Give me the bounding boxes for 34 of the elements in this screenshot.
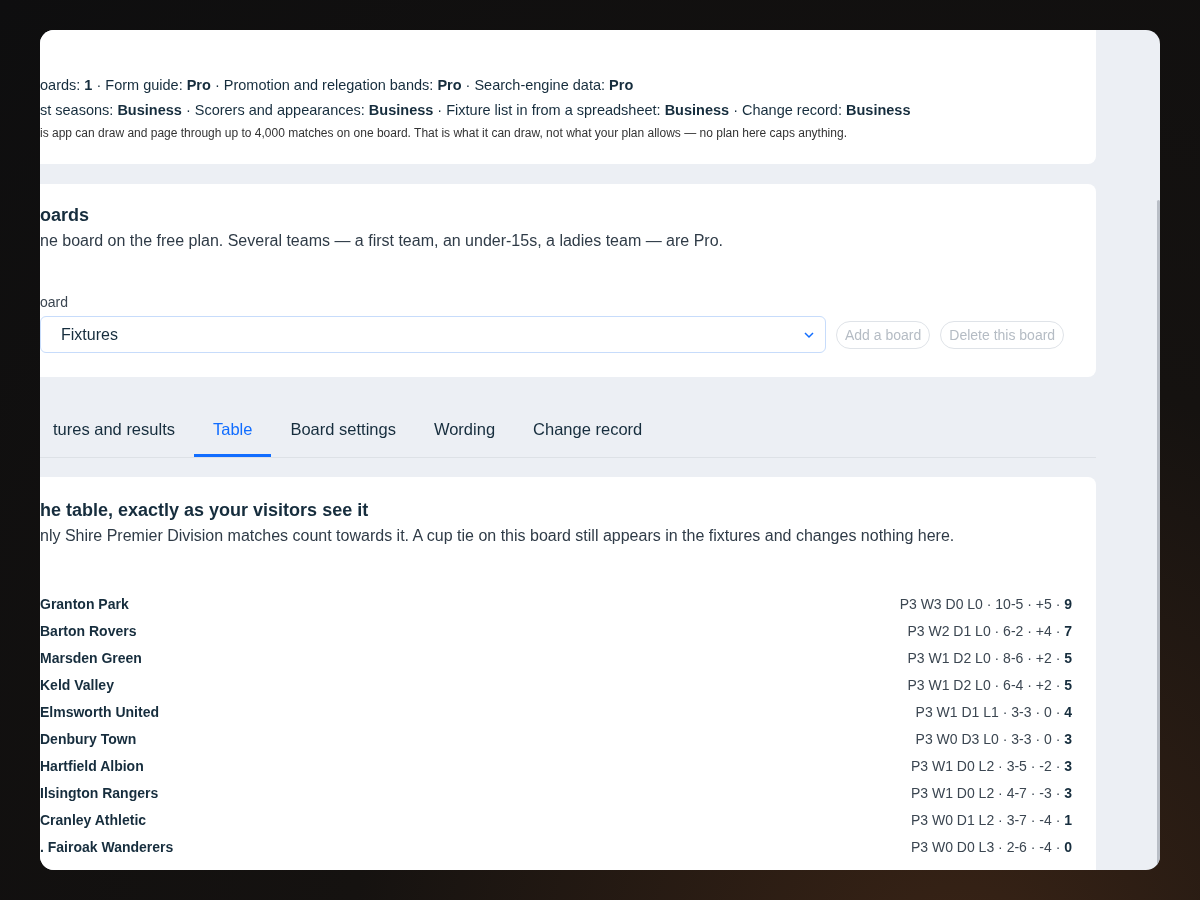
team-name: Denbury Town bbox=[40, 730, 137, 747]
section-description: ne board on the free plan. Several teams — a first team, an under-15s, a ladies team — are Pro. bbox=[40, 232, 725, 250]
team-record: P3 W1 D2 L0 · 8-6 · +2 · 5 bbox=[907, 649, 1072, 666]
team-name: . Fairoak Wanderers bbox=[40, 838, 174, 855]
team-name: Keld Valley bbox=[40, 676, 114, 693]
feature-line: oards: 1 · Form guide: Pro · Promotion and relegation bands: Pro · Search-engine data: Pro bbox=[40, 76, 635, 95]
team-name: Marsden Green bbox=[40, 649, 142, 666]
team-name: Ilsington Rangers bbox=[40, 784, 159, 801]
team-record: P3 W0 D3 L0 · 3-3 · 0 · 3 bbox=[915, 730, 1072, 747]
tab[interactable]: Wording bbox=[414, 409, 515, 457]
team-name: Elmsworth United bbox=[40, 703, 159, 720]
team-name: Barton Rovers bbox=[40, 622, 137, 639]
team-record: P3 W1 D0 L2 · 3-5 · -2 · 3 bbox=[910, 757, 1072, 774]
section-description: nly Shire Premier Division matches count towards it. A cup tie on this board still appears in the fixtures and changes nothing here. bbox=[40, 527, 956, 545]
section-title: oards bbox=[40, 204, 91, 226]
board-select[interactable]: Fixtures bbox=[40, 316, 826, 353]
team-name: Cranley Athletic bbox=[40, 811, 147, 828]
team-record: P3 W2 D1 L0 · 6-2 · +4 · 7 bbox=[907, 622, 1072, 639]
team-record: P3 W1 D2 L0 · 6-4 · +2 · 5 bbox=[907, 676, 1072, 693]
team-record: P3 W3 D0 L0 · 10-5 · +5 · 9 bbox=[899, 595, 1072, 612]
field-label: oard bbox=[40, 294, 70, 310]
tab[interactable]: tures and results bbox=[40, 409, 194, 457]
team-record: P3 W1 D0 L2 · 4-7 · -3 · 3 bbox=[910, 784, 1072, 801]
section-title: he table, exactly as your visitors see it bbox=[40, 499, 370, 521]
team-record: P3 W0 D1 L2 · 3-7 · -4 · 1 bbox=[910, 811, 1072, 828]
feature-line: st seasons: Business · Scorers and appearances: Business · Fixture list in from a spreadsheet: Business · Change record: Business bbox=[40, 101, 912, 120]
team-record: P3 W1 D1 L1 · 3-3 · 0 · 4 bbox=[915, 703, 1072, 720]
tab[interactable]: Change record bbox=[514, 409, 662, 457]
team-name: Granton Park bbox=[40, 595, 129, 612]
tab[interactable]: Table bbox=[194, 409, 272, 457]
tab[interactable]: Board settings bbox=[271, 409, 415, 457]
team-name: Hartfield Albion bbox=[40, 757, 144, 774]
team-record: P3 W0 D0 L3 · 2-6 · -4 · 0 bbox=[910, 838, 1072, 855]
note-text: is app can draw and page through up to 4,000 matches on one board. That is what it can draw, not what your plan allows — no plan here caps anything. bbox=[40, 126, 848, 140]
